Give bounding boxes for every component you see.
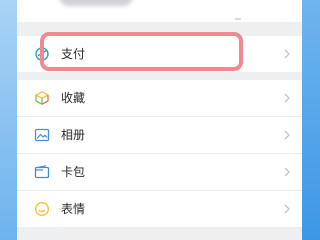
menu-item-favorites[interactable]: 收藏 [17,80,302,116]
wechat-pay-icon [35,47,49,61]
divider [61,227,302,228]
profile-name-fragment [59,0,133,6]
card-wallet-icon [34,165,50,179]
favorites-cube-icon [35,91,49,105]
chevron-right-icon [284,49,290,59]
menu-item-pay[interactable]: 支付 [17,36,302,72]
menu-item-label: 支付 [61,47,86,61]
menu-item-label: 相册 [61,128,86,142]
chevron-right-icon [284,204,290,214]
device-bezel-left [0,0,17,240]
chevron-right-icon [284,130,290,140]
profile-qr-hint [235,18,241,20]
menu-item-label: 卡包 [61,165,86,179]
menu-item-album[interactable]: 相册 [17,117,302,153]
sticker-smile-icon [34,201,50,217]
me-page-screen: 支付 收藏 相册 卡包 表情 [17,0,302,240]
profile-card[interactable] [17,0,302,22]
menu-item-card-wallet[interactable]: 卡包 [17,154,302,190]
chevron-right-icon [284,93,290,103]
chevron-right-icon [284,167,290,177]
album-icon [34,128,50,142]
device-bezel-right [302,0,320,240]
menu-item-label: 表情 [61,202,86,216]
menu-item-label: 收藏 [61,91,86,105]
menu-item-stickers[interactable]: 表情 [17,191,302,227]
